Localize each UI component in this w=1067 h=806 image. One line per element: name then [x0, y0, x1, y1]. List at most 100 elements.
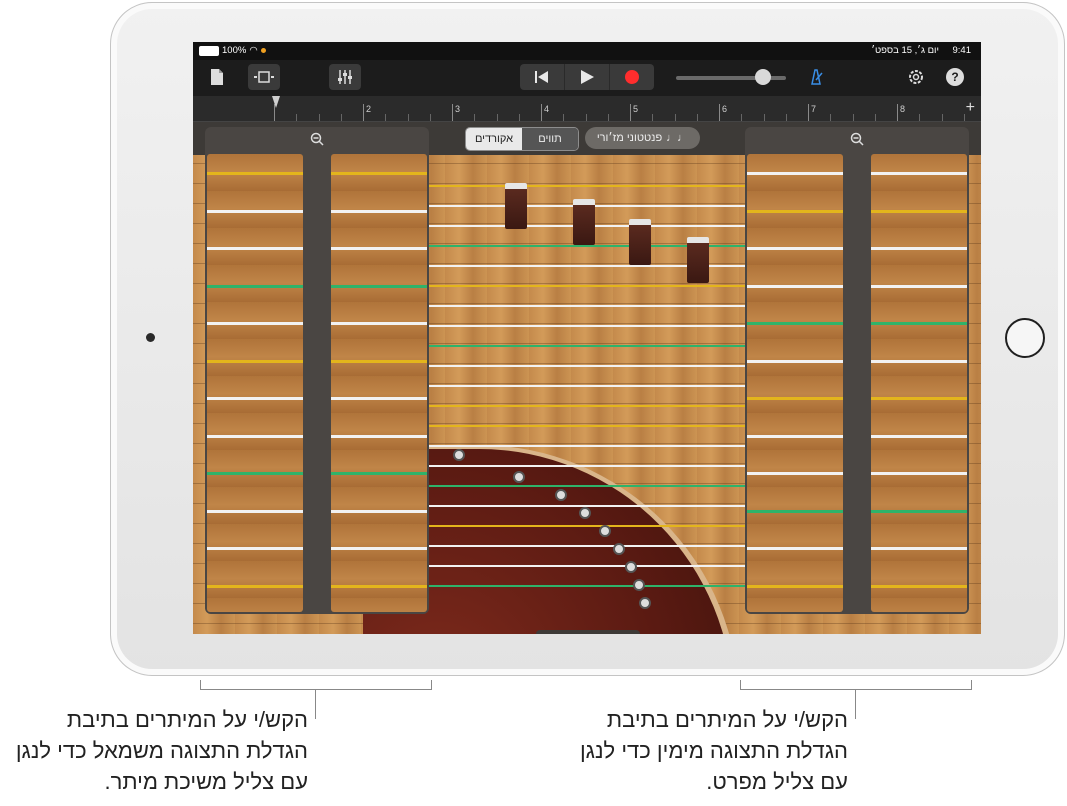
volume-knob[interactable]	[755, 69, 771, 85]
instrument-string[interactable]	[428, 445, 748, 447]
tuning-peg	[513, 471, 525, 483]
instrument-string[interactable]	[428, 385, 748, 387]
ruler-minor-tick	[340, 114, 342, 121]
zoom-string[interactable]	[747, 284, 843, 288]
home-button[interactable]	[1005, 318, 1045, 358]
zoom-string[interactable]	[331, 509, 427, 513]
zoom-string[interactable]	[871, 397, 967, 400]
zoom-string[interactable]	[747, 472, 843, 475]
zoom-string[interactable]	[207, 209, 303, 213]
zoom-string[interactable]	[207, 397, 303, 400]
zoom-string[interactable]	[331, 547, 427, 550]
track-view-icon[interactable]	[248, 64, 280, 90]
zoom-string[interactable]	[871, 284, 967, 288]
scale-button[interactable]: פנטטוני מז׳ורי ♩♩	[585, 127, 700, 149]
chords-notes-switch[interactable]: אקורדים תווים	[465, 127, 579, 151]
right-zoom-strip-2[interactable]	[871, 154, 967, 612]
zoom-string[interactable]	[871, 209, 967, 213]
camera-icon	[146, 333, 155, 342]
zoom-string[interactable]	[747, 172, 843, 175]
left-zoom-strip-2[interactable]	[331, 154, 427, 612]
ruler-minor-tick	[941, 114, 943, 121]
zoom-string[interactable]	[207, 359, 303, 363]
skip-back-icon[interactable]	[520, 64, 564, 90]
zoom-string[interactable]	[331, 584, 427, 588]
zoom-out-icon[interactable]	[309, 132, 325, 148]
zoom-string[interactable]	[331, 209, 427, 213]
instrument-string[interactable]	[428, 285, 748, 287]
ruler[interactable]: 2 3 4 5 6 7 8 +	[193, 96, 981, 122]
zoom-string[interactable]	[747, 359, 843, 363]
right-zoom-strip-1[interactable]	[747, 154, 843, 612]
document-icon[interactable]	[207, 64, 227, 90]
zoom-string[interactable]	[331, 472, 427, 475]
zoom-string[interactable]	[331, 397, 427, 400]
instrument-string[interactable]	[428, 345, 748, 347]
left-zoom-strip-1[interactable]	[207, 154, 303, 612]
instrument-string[interactable]	[428, 545, 748, 547]
instrument-string[interactable]	[428, 525, 748, 527]
zoom-string[interactable]	[871, 472, 967, 475]
instrument-string[interactable]	[428, 405, 748, 407]
zoom-string[interactable]	[871, 322, 967, 325]
zoom-string[interactable]	[331, 359, 427, 363]
zoom-string[interactable]	[207, 584, 303, 588]
zoom-string[interactable]	[207, 322, 303, 325]
zoom-string[interactable]	[747, 509, 843, 513]
zoom-string[interactable]	[747, 322, 843, 325]
glissando-control[interactable]: ≡·········≡	[536, 630, 640, 634]
instrument-string[interactable]	[428, 585, 748, 587]
notes-segment[interactable]: תווים	[522, 128, 578, 150]
zoom-string[interactable]	[747, 547, 843, 550]
chords-segment[interactable]: אקורדים	[466, 128, 522, 150]
instrument-string[interactable]	[428, 505, 748, 507]
metronome-icon[interactable]	[805, 64, 827, 90]
instrument-string[interactable]	[428, 425, 748, 427]
zoom-string[interactable]	[747, 397, 843, 400]
zoom-string[interactable]	[207, 247, 303, 250]
zoom-string[interactable]	[207, 284, 303, 288]
zoom-string[interactable]	[331, 284, 427, 288]
help-button[interactable]: ?	[945, 64, 965, 90]
zoom-string[interactable]	[331, 322, 427, 325]
zoom-out-icon[interactable]	[849, 132, 865, 148]
play-icon[interactable]	[564, 64, 609, 90]
zoom-string[interactable]	[871, 509, 967, 513]
ruler-minor-tick	[963, 114, 965, 121]
record-icon[interactable]	[609, 64, 654, 90]
zoom-string[interactable]	[871, 434, 967, 438]
zoom-string[interactable]	[331, 247, 427, 250]
zoom-string[interactable]	[871, 172, 967, 175]
add-section-button[interactable]: +	[966, 99, 975, 117]
zoom-string[interactable]	[871, 247, 967, 250]
instrument-string[interactable]	[428, 365, 748, 367]
instrument-string[interactable]	[428, 465, 748, 467]
ruler-minor-tick	[385, 114, 387, 121]
ruler-mark: 5	[630, 104, 638, 121]
instrument-string[interactable]	[428, 185, 748, 187]
instrument-string[interactable]	[428, 485, 748, 487]
status-date: יום ג׳, 15 בספט׳	[871, 45, 939, 56]
zoom-string[interactable]	[331, 172, 427, 175]
instrument-string[interactable]	[428, 325, 748, 327]
zoom-string[interactable]	[207, 509, 303, 513]
zoom-string[interactable]	[747, 584, 843, 588]
zoom-string[interactable]	[747, 209, 843, 213]
status-bar: 9:41 יום ג׳, 15 בספט׳ 100% ◠	[193, 42, 981, 60]
zoom-string[interactable]	[747, 247, 843, 250]
zoom-string[interactable]	[207, 434, 303, 438]
zoom-string[interactable]	[871, 584, 967, 588]
ruler-minor-tick	[763, 114, 765, 121]
zoom-string[interactable]	[207, 472, 303, 475]
zoom-string[interactable]	[207, 172, 303, 175]
instrument-string[interactable]	[428, 565, 748, 567]
mixer-icon[interactable]	[329, 64, 361, 90]
zoom-string[interactable]	[747, 434, 843, 438]
ruler-minor-tick	[785, 114, 787, 121]
gear-icon[interactable]	[905, 64, 927, 90]
zoom-string[interactable]	[331, 434, 427, 438]
zoom-string[interactable]	[871, 359, 967, 363]
instrument-string[interactable]	[428, 305, 748, 307]
zoom-string[interactable]	[207, 547, 303, 550]
zoom-string[interactable]	[871, 547, 967, 550]
